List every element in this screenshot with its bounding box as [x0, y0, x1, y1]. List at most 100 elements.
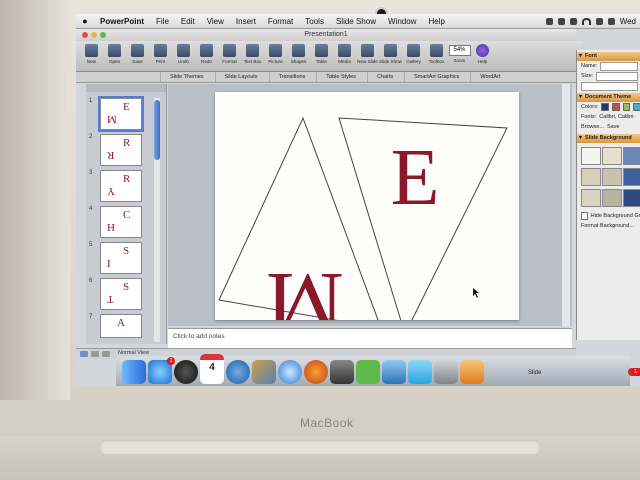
normal-view-icon[interactable]: [80, 351, 88, 357]
slide-sorter-view-icon[interactable]: [91, 351, 99, 357]
photos-icon[interactable]: [252, 360, 276, 384]
minimize-button[interactable]: [91, 32, 97, 38]
current-slide[interactable]: M E: [215, 92, 519, 320]
slide-letter-left[interactable]: M: [266, 254, 344, 320]
help-button[interactable]: Help: [473, 41, 492, 69]
zoom-button[interactable]: [100, 32, 106, 38]
redo-button[interactable]: Redo: [197, 41, 216, 69]
gallery-button[interactable]: Gallery: [404, 41, 423, 69]
new-slide-button[interactable]: New Slide: [357, 41, 378, 69]
slide-show-button[interactable]: Slide Show: [379, 41, 402, 69]
background-style-option[interactable]: [602, 189, 622, 207]
itunes-icon[interactable]: [226, 360, 250, 384]
background-style-option[interactable]: [581, 189, 601, 207]
safari-icon[interactable]: [278, 360, 302, 384]
background-style-option[interactable]: [623, 147, 640, 165]
spotlight-status-icon[interactable]: [545, 17, 553, 25]
notes-pane[interactable]: Click to add notes: [168, 328, 572, 349]
font-name-field[interactable]: [600, 61, 638, 71]
battery-icon[interactable]: [607, 17, 615, 25]
slide-thumbnail-1[interactable]: E M: [100, 98, 142, 130]
tab-smartart[interactable]: SmartArt Graphics: [404, 72, 468, 82]
color-swatch[interactable]: [612, 103, 620, 111]
open-button[interactable]: Open: [105, 41, 124, 69]
tab-wordart[interactable]: WordArt: [470, 72, 509, 82]
shapes-button[interactable]: Shapes: [289, 41, 308, 69]
tab-slide-themes[interactable]: Slide Themes: [160, 72, 213, 82]
menu-tools[interactable]: Tools: [299, 17, 330, 26]
toolbox-button[interactable]: Toolbox: [427, 41, 446, 69]
slide-thumbnail-6[interactable]: S T: [100, 278, 142, 310]
save-theme-button[interactable]: Save: [607, 122, 620, 132]
fonts-dropdown[interactable]: Calibri, Calibri: [599, 112, 633, 122]
menu-help[interactable]: Help: [422, 17, 450, 26]
slide-thumbnail-2[interactable]: R R: [100, 134, 142, 166]
slide-thumbnail-7[interactable]: A: [100, 314, 142, 338]
document-theme-header[interactable]: Document Theme: [577, 93, 640, 102]
finder-icon[interactable]: [122, 360, 146, 384]
menu-edit[interactable]: Edit: [175, 17, 201, 26]
new-button[interactable]: New: [82, 41, 101, 69]
print-button[interactable]: Print: [151, 41, 170, 69]
table-button[interactable]: Table: [312, 41, 331, 69]
slide-background-header[interactable]: Slide Background: [577, 134, 640, 143]
slide-thumbnail-3[interactable]: R Y: [100, 170, 142, 202]
menu-view[interactable]: View: [201, 17, 230, 26]
volume-icon[interactable]: [595, 17, 603, 25]
font-size-field[interactable]: [596, 71, 638, 81]
tab-charts[interactable]: Charts: [366, 72, 402, 82]
menu-insert[interactable]: Insert: [230, 17, 262, 26]
color-swatch[interactable]: [633, 103, 640, 111]
format-background-button[interactable]: Format Background...: [581, 221, 634, 231]
slides-pane-scroll-thumb[interactable]: [154, 100, 160, 160]
powerpoint-icon[interactable]: [460, 360, 484, 384]
background-style-option[interactable]: [623, 189, 640, 207]
app-store-icon[interactable]: 1: [148, 357, 175, 384]
pane-tabs[interactable]: [86, 84, 166, 92]
format-button[interactable]: Format: [220, 41, 239, 69]
slide-letter-right[interactable]: E: [391, 134, 440, 222]
photo-booth-icon[interactable]: [330, 360, 354, 384]
word-icon[interactable]: [382, 360, 406, 384]
image-capture-icon[interactable]: [434, 360, 458, 384]
apple-menu-icon[interactable]: ●: [76, 16, 94, 26]
menu-window[interactable]: Window: [382, 17, 422, 26]
background-style-option[interactable]: [602, 168, 622, 186]
menu-file[interactable]: File: [150, 17, 175, 26]
menu-slide-show[interactable]: Slide Show: [330, 17, 382, 26]
background-style-option[interactable]: [602, 147, 622, 165]
zoom-control[interactable]: 54% Zoom: [448, 41, 471, 69]
background-style-option[interactable]: [623, 168, 640, 186]
menu-format[interactable]: Format: [262, 17, 299, 26]
firefox-icon[interactable]: [304, 360, 328, 384]
tab-transitions[interactable]: Transitions: [268, 72, 315, 82]
canvas-scrollbar[interactable]: [562, 84, 570, 326]
slide-show-view-icon[interactable]: [102, 351, 110, 357]
zoom-input[interactable]: 54%: [448, 45, 471, 56]
yahoo-messenger-icon[interactable]: [356, 360, 380, 384]
twitter-icon[interactable]: [408, 360, 432, 384]
menu-clock[interactable]: Wed: [620, 17, 636, 26]
slide-thumbnail-5[interactable]: S I: [100, 242, 142, 274]
hide-background-checkbox[interactable]: [581, 212, 588, 220]
color-swatch[interactable]: [622, 103, 631, 111]
save-button[interactable]: Save: [128, 41, 147, 69]
picture-button[interactable]: Picture: [266, 41, 285, 69]
wifi-icon[interactable]: [581, 17, 591, 25]
font-section-header[interactable]: Font: [577, 52, 640, 61]
calendar-icon[interactable]: 4: [200, 354, 224, 384]
background-style-option[interactable]: [581, 147, 601, 165]
menu-app-name[interactable]: PowerPoint: [94, 17, 150, 26]
text-box-button[interactable]: Text Box: [243, 41, 262, 69]
color-swatch[interactable]: [601, 103, 610, 111]
dashboard-icon[interactable]: [174, 360, 198, 384]
undo-button[interactable]: Undo: [174, 41, 193, 69]
close-button[interactable]: [82, 32, 88, 38]
tab-table-styles[interactable]: Table Styles: [316, 72, 365, 82]
time-machine-icon[interactable]: [557, 17, 565, 25]
tab-slide-layouts[interactable]: Slide Layouts: [214, 72, 267, 82]
slide-thumbnail-4[interactable]: C H: [100, 206, 142, 238]
font-style-buttons[interactable]: [581, 81, 638, 91]
bluetooth-icon[interactable]: [569, 17, 577, 25]
media-button[interactable]: Media: [335, 41, 354, 69]
